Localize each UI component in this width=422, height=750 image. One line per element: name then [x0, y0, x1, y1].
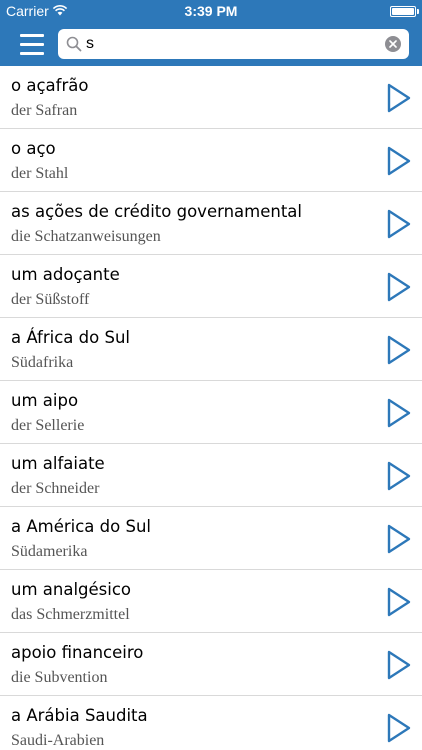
- play-icon[interactable]: [386, 712, 412, 744]
- play-icon[interactable]: [386, 145, 412, 177]
- menu-icon-bar: [20, 33, 44, 37]
- entry-term: um analgésico: [11, 580, 132, 599]
- search-input[interactable]: [86, 33, 376, 55]
- search-icon: [66, 36, 82, 52]
- list-item[interactable]: a América do Sul Südamerika: [0, 507, 422, 570]
- entry-translation: das Schmerzmittel: [11, 606, 130, 623]
- entry-term: a Arábia Saudita: [11, 706, 148, 725]
- search-box[interactable]: [58, 29, 409, 59]
- list-item[interactable]: as ações de crédito governamental die Sc…: [0, 192, 422, 255]
- entry-term: o açafrão: [11, 76, 89, 95]
- list-item[interactable]: apoio financeiro die Subvention: [0, 633, 422, 696]
- entry-term: apoio financeiro: [11, 643, 144, 662]
- menu-button[interactable]: [14, 30, 50, 58]
- list-item[interactable]: um aipo der Sellerie: [0, 381, 422, 444]
- play-icon[interactable]: [386, 397, 412, 429]
- entry-term: um aipo: [11, 391, 79, 410]
- list-item[interactable]: a África do Sul Südafrika: [0, 318, 422, 381]
- battery-icon: [390, 6, 419, 17]
- list-item[interactable]: um analgésico das Schmerzmittel: [0, 570, 422, 633]
- entry-term: o aço: [11, 139, 56, 158]
- list-item[interactable]: a Arábia Saudita Saudi-Arabien: [0, 696, 422, 750]
- play-icon[interactable]: [386, 523, 412, 555]
- clear-icon[interactable]: [385, 36, 401, 52]
- play-icon[interactable]: [386, 208, 412, 240]
- entry-translation: Südafrika: [11, 354, 74, 371]
- status-bar: Carrier 3:39 PM: [0, 0, 422, 22]
- entry-translation: der Schneider: [11, 480, 100, 497]
- entry-term: as ações de crédito governamental: [11, 202, 302, 221]
- play-icon[interactable]: [386, 460, 412, 492]
- entry-term: a América do Sul: [11, 517, 151, 536]
- list-item[interactable]: um adoçante der Süßstoff: [0, 255, 422, 318]
- entry-translation: der Süßstoff: [11, 291, 90, 308]
- entry-term: um alfaiate: [11, 454, 105, 473]
- entry-translation: die Schatzanweisungen: [11, 228, 161, 245]
- entry-translation: der Stahl: [11, 165, 69, 182]
- entry-term: a África do Sul: [11, 328, 130, 347]
- entry-term: um adoçante: [11, 265, 120, 284]
- entry-translation: Saudi-Arabien: [11, 732, 105, 749]
- play-icon[interactable]: [386, 271, 412, 303]
- navigation-bar: [0, 22, 422, 66]
- results-list: o açafrão der Safran o aço der Stahl as …: [0, 66, 422, 750]
- entry-translation: Südamerika: [11, 543, 88, 560]
- play-icon[interactable]: [386, 586, 412, 618]
- entry-translation: der Sellerie: [11, 417, 85, 434]
- entry-translation: die Subvention: [11, 669, 108, 686]
- menu-icon-bar: [20, 51, 44, 55]
- status-time: 3:39 PM: [184, 3, 238, 19]
- play-icon[interactable]: [386, 334, 412, 366]
- list-item[interactable]: o açafrão der Safran: [0, 66, 422, 129]
- list-item[interactable]: o aço der Stahl: [0, 129, 422, 192]
- entry-translation: der Safran: [11, 102, 78, 119]
- play-icon[interactable]: [386, 82, 412, 114]
- play-icon[interactable]: [386, 649, 412, 681]
- list-item[interactable]: um alfaiate der Schneider: [0, 444, 422, 507]
- menu-icon-bar: [20, 42, 44, 46]
